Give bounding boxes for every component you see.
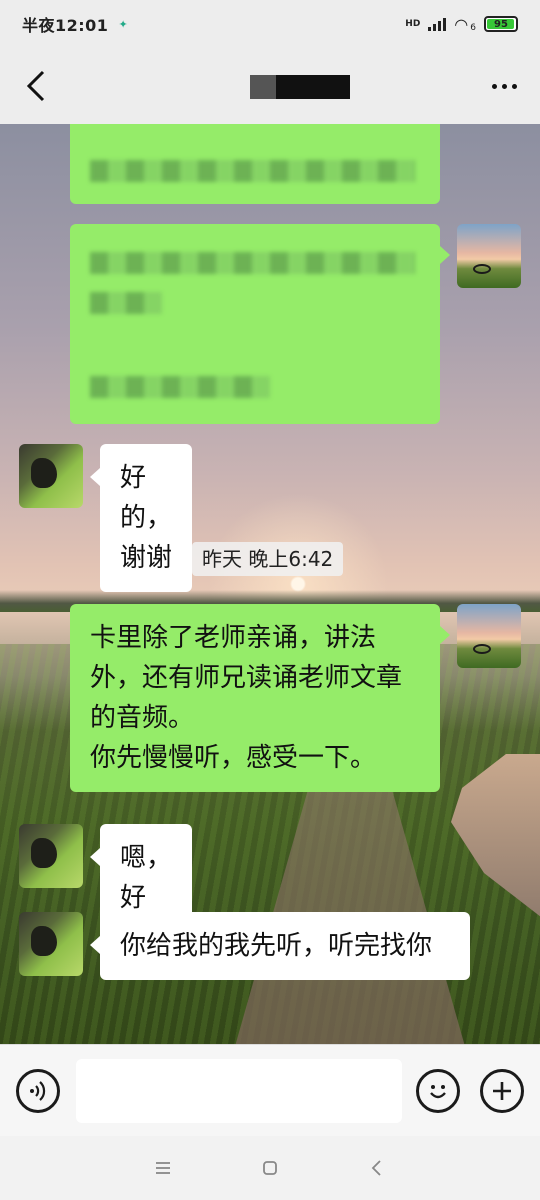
blurred-text — [90, 160, 415, 182]
message-bubble[interactable]: 好的，谢谢 — [100, 444, 192, 592]
blurred-text — [90, 376, 270, 398]
chat-area[interactable]: 好的，谢谢 昨天 晚上6:42 卡里除了老师亲诵，讲法外，还有师兄读诵老师文章的… — [0, 124, 540, 1044]
avatar-spot — [31, 838, 57, 868]
more-dots-icon — [491, 83, 497, 89]
more-dot — [511, 83, 517, 89]
avatar-other[interactable] — [19, 912, 83, 976]
emoji-icon — [430, 1085, 446, 1099]
input-bar — [0, 1044, 540, 1136]
chevron-left-icon — [26, 70, 45, 102]
bubble-tail — [440, 246, 450, 264]
avatar-other[interactable] — [19, 444, 83, 508]
blurred-text — [90, 252, 415, 274]
nav-menu-button[interactable] — [143, 1148, 183, 1188]
status-right: HD ◠ 6 95 — [405, 15, 518, 34]
battery-text: 95 — [494, 18, 508, 30]
emoji-button[interactable] — [416, 1069, 460, 1113]
menu-icon — [156, 1162, 171, 1174]
message-bubble[interactable]: 你给我的我先听，听完找你 — [100, 912, 470, 980]
voice-button[interactable] — [16, 1069, 60, 1113]
bubble-tail — [90, 936, 100, 954]
avatar-other[interactable] — [19, 824, 83, 888]
more-dot — [501, 83, 507, 89]
plus-button[interactable] — [480, 1069, 524, 1113]
wifi-badge: 6 — [470, 23, 476, 33]
message-bubble[interactable]: 卡里除了老师亲诵，讲法外，还有师兄读诵老师文章的音频。 你先慢慢听，感受一下。 — [70, 604, 440, 792]
home-square-icon — [263, 1161, 277, 1175]
nav-home-button[interactable] — [250, 1148, 290, 1188]
message-input[interactable] — [76, 1059, 402, 1123]
plus-icon — [493, 1082, 511, 1100]
nav-back-button[interactable] — [357, 1148, 397, 1188]
status-bar: 半夜12:01 ✦ HD ◠ 6 95 — [0, 0, 540, 48]
status-left: 半夜12:01 ✦ — [22, 12, 128, 36]
battery-icon: 95 — [484, 16, 518, 32]
title-bar — [0, 48, 540, 124]
location-icon: ✦ — [118, 17, 128, 31]
bike-icon — [473, 644, 491, 654]
more-button[interactable] — [484, 66, 524, 106]
avatar-me[interactable] — [457, 224, 521, 288]
wifi-icon: ◠ — [454, 14, 469, 34]
bubble-tail — [90, 848, 100, 866]
voice-icon — [30, 1081, 46, 1101]
bubble-tail — [440, 626, 450, 644]
network-type: HD — [405, 19, 421, 29]
blurred-text — [90, 292, 162, 314]
system-nav-bar — [0, 1136, 540, 1200]
timestamp-label: 昨天 晚上6:42 — [192, 542, 344, 576]
avatar-spot — [31, 926, 57, 956]
signal-icon — [428, 17, 447, 31]
status-time: 半夜12:01 — [22, 16, 109, 35]
nav-back-icon — [371, 1160, 381, 1176]
back-button[interactable] — [16, 66, 56, 106]
avatar-me[interactable] — [457, 604, 521, 668]
chat-title-redacted — [250, 75, 350, 99]
bubble-tail — [90, 468, 100, 486]
avatar-spot — [31, 458, 57, 488]
bike-icon — [473, 264, 491, 274]
chat-screen: 半夜12:01 ✦ HD ◠ 6 95 好的，谢谢 昨天 晚上6:42 卡里除了… — [0, 0, 540, 1200]
